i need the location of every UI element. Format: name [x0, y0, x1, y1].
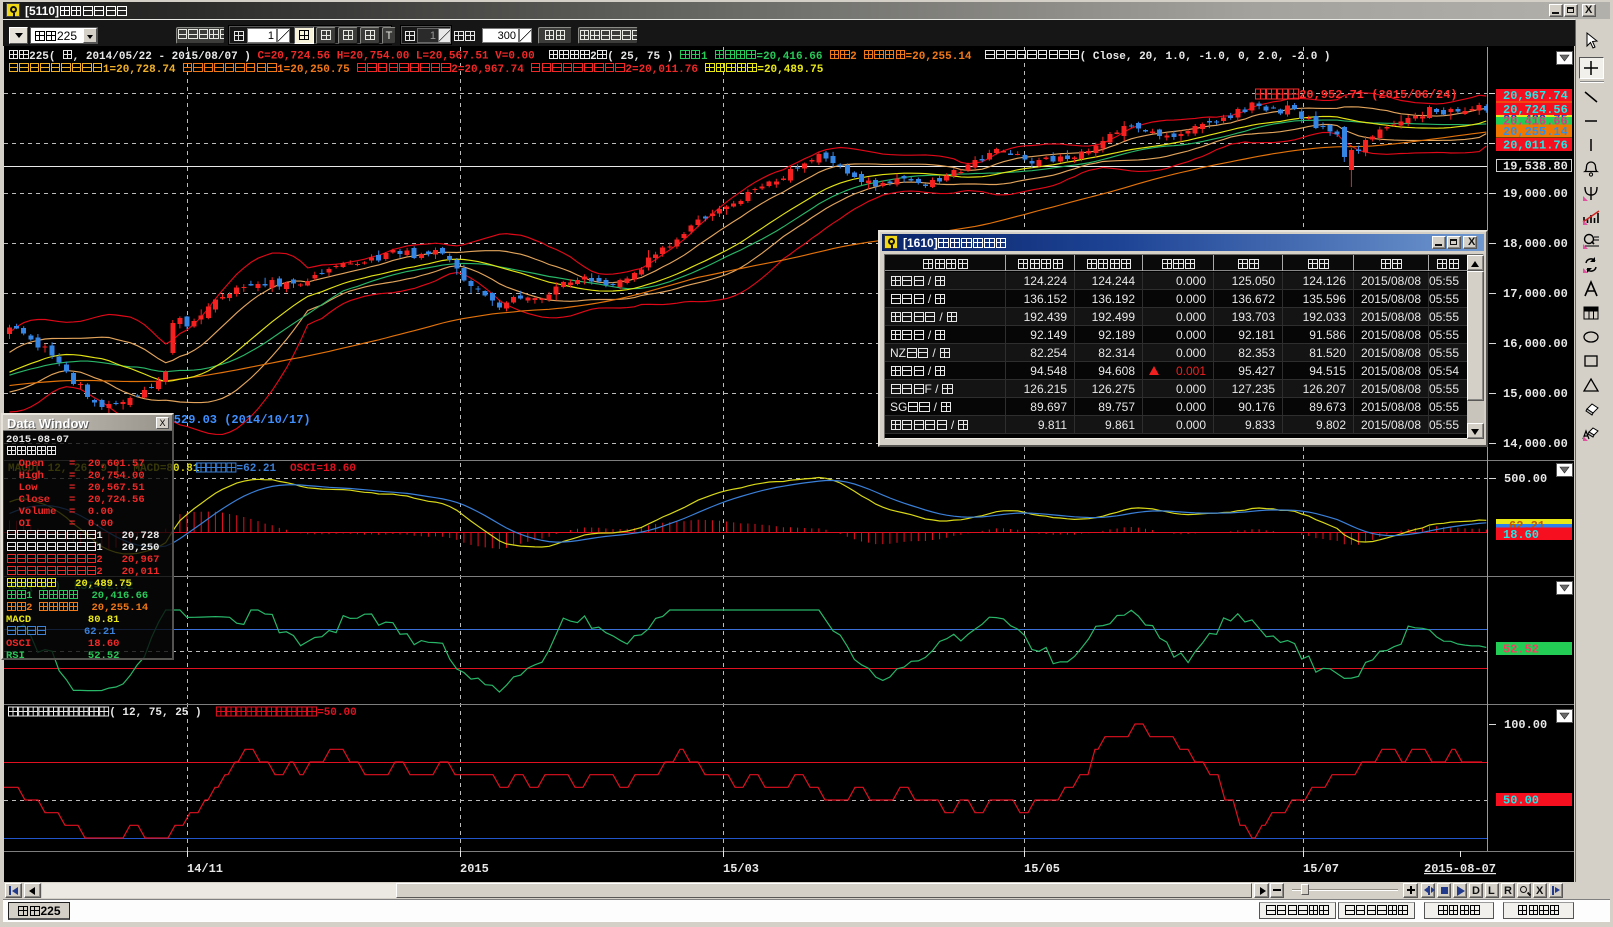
- svg-text:20,011.76: 20,011.76: [1503, 139, 1568, 153]
- svg-text:2015-08-07: 2015-08-07: [1424, 862, 1496, 876]
- svg-text:( 12, 75, 25 ): ( 12, 75, 25 ): [109, 707, 201, 719]
- svg-text:=50.00: =50.00: [317, 707, 357, 719]
- svg-text:17,000.00: 17,000.00: [1503, 287, 1568, 301]
- svg-text:52.52: 52.52: [1503, 643, 1539, 657]
- svg-text:14,529.03 (2014/10/17): 14,529.03 (2014/10/17): [152, 413, 310, 427]
- svg-text:=62.21: =62.21: [237, 463, 277, 475]
- svg-text:OSCI=18.60: OSCI=18.60: [290, 463, 356, 475]
- svg-text:20,952.71 (2015/06/24): 20,952.71 (2015/06/24): [1299, 88, 1457, 102]
- svg-text:15/07: 15/07: [1303, 862, 1339, 876]
- svg-text:500.00: 500.00: [1504, 472, 1547, 486]
- svg-text:50.00: 50.00: [1503, 794, 1539, 808]
- svg-text:14,000.00: 14,000.00: [1503, 437, 1568, 451]
- svg-text:20,967.74: 20,967.74: [1503, 89, 1568, 103]
- svg-text:15/05: 15/05: [1024, 862, 1060, 876]
- svg-text:19,000.00: 19,000.00: [1503, 187, 1568, 201]
- svg-text:20,724.56: 20,724.56: [1503, 103, 1568, 117]
- svg-text:18.60: 18.60: [1503, 528, 1539, 542]
- svg-text:16,000.00: 16,000.00: [1503, 337, 1568, 351]
- svg-text:2015: 2015: [460, 862, 489, 876]
- svg-text:15,000.00: 15,000.00: [1503, 387, 1568, 401]
- svg-text:100.00: 100.00: [1504, 718, 1547, 732]
- svg-text:18,000.00: 18,000.00: [1503, 237, 1568, 251]
- svg-text:19,538.80: 19,538.80: [1503, 160, 1568, 174]
- svg-text:15/03: 15/03: [723, 862, 759, 876]
- svg-text:14/11: 14/11: [187, 862, 223, 876]
- svg-text:20,255.14: 20,255.14: [1503, 125, 1568, 139]
